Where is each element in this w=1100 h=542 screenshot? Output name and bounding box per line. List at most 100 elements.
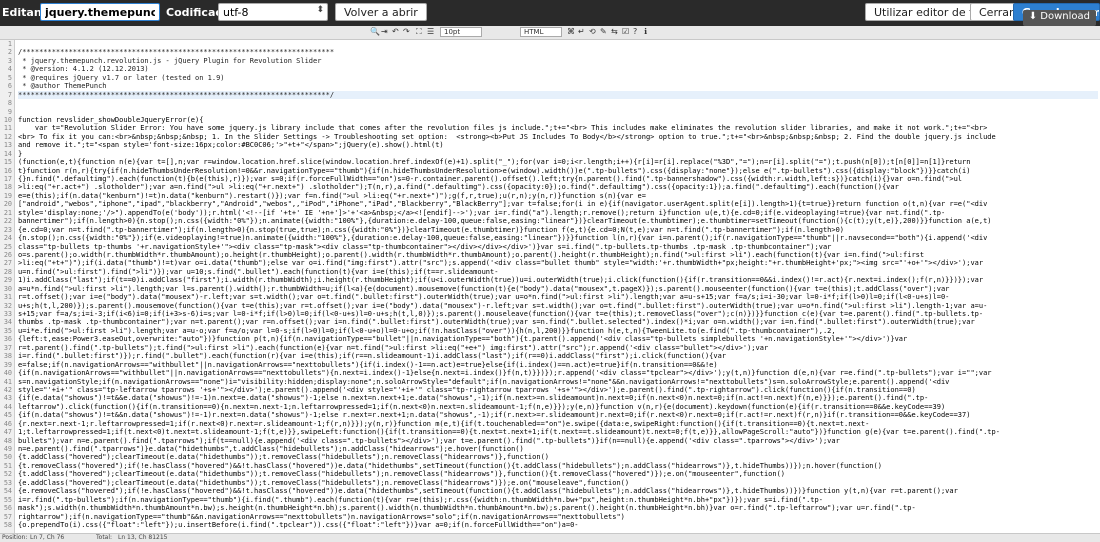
line-number: 21 (3, 208, 12, 217)
filename-input[interactable] (40, 3, 160, 21)
code-line: * @requires jQuery v1.7 or later (tested… (18, 73, 225, 82)
line-number: 35 (3, 326, 12, 335)
code-line: var t="Revolution Slider Error: You have… (18, 124, 988, 133)
code-line: bullets");var n=e.parent().find(".tparro… (18, 436, 840, 445)
fullscreen-icon[interactable]: ⛶ (416, 27, 422, 37)
code-line: 1;t.leftarrowpressed=1;if(t.next<0)t.nex… (18, 428, 1000, 437)
encoding-value: utf-8 (223, 6, 249, 19)
line-number: 32 (3, 301, 12, 310)
reset-icon[interactable]: ⟲ (589, 27, 596, 37)
line-number: 3 (7, 56, 12, 65)
line-number: 48 (3, 436, 12, 445)
undo-icon[interactable]: ↶ (392, 27, 399, 37)
code-line: {left:t,ease:Power3.easeOut,overwrite:"a… (18, 335, 908, 344)
info-icon[interactable]: ℹ (644, 27, 647, 37)
line-number: 47 (3, 428, 12, 437)
goto-icon[interactable]: ⇥ (381, 27, 388, 37)
line-number: 11 (3, 124, 12, 133)
line-number: 15 (3, 158, 12, 167)
code-line: >li:eq("+r.act+") .slotholder");var a=n.… (18, 183, 899, 192)
code-line: class="tp-bullets tp-thumbs '+r.navigati… (18, 242, 832, 251)
code-line: (function(e,t){function n(e){var t=[],n;… (18, 158, 971, 167)
code-line: ****************************************… (18, 90, 1098, 100)
line-number: 17 (3, 175, 12, 183)
search-icon[interactable]: 🔍 (370, 27, 380, 37)
code-line: i=r.find(".tp-bullets");if(n.navigationT… (18, 495, 823, 504)
code-line: bannertimer");if(n.length>0){n.stop();n.… (18, 217, 992, 226)
code-line: ["android","webos","iphone","ipad","blac… (18, 200, 988, 209)
toggle-highlight-icon[interactable]: ⌘ (567, 27, 575, 37)
code-line: {}n.find(".defaultimg").each(function(t)… (18, 175, 963, 183)
code-line: u=n.find(">ul:first").find(">li")});var … (18, 267, 499, 276)
code-line: {n.stop();n.css({width:"0%"});if(e.video… (18, 234, 988, 243)
download-button[interactable]: ⬇ Download (1022, 10, 1096, 26)
line-number: 52 (3, 470, 12, 479)
code-line: <br> To fix it you can:<br>&nbsp;&nbsp;&… (18, 132, 996, 141)
check-icon[interactable]: ☑ (622, 27, 629, 37)
code-line: {if(n.navigationArrows=="withbullet"||n.… (18, 369, 992, 378)
code-line: * @author ThemePunch (18, 82, 107, 91)
line-number: 31 (3, 293, 12, 302)
line-number: 33 (3, 310, 12, 318)
line-number: 19 (3, 191, 12, 200)
color-icon[interactable]: ✎ (600, 27, 607, 37)
code-line: {t.removeClass("hovered");if(!e.hasClass… (18, 461, 882, 470)
help-icon[interactable]: ? (633, 27, 637, 37)
line-number: 37 (3, 343, 12, 352)
syntax-mode-select[interactable]: HTML (520, 27, 562, 37)
code-line: >li:eq("+t+")");if(i.data("thumb")!=t)va… (18, 259, 984, 268)
tab-icon[interactable]: ⇆ (611, 27, 618, 37)
code-line: u+s;h(t,l,200)});s.parent().mousemove(fu… (18, 301, 988, 310)
line-number: 14 (3, 149, 12, 158)
code-line: {e.cd=0;var n=t.find(".tp-bannertimer");… (18, 225, 845, 234)
code-line: t}function r(n,r){try{if(n.hideThumbsUnd… (18, 166, 971, 175)
code-line: r=t.offset();var i=e("body").data("mouse… (18, 293, 950, 302)
code-line: {t.addClass("hovered");clearTimeout(e.da… (18, 453, 550, 462)
line-number: 54 (3, 487, 12, 496)
code-line: s+15;var f=a/s;i=i-3;if(i<6)i=0;if(i+3>s… (18, 310, 984, 318)
line-number: 29 (3, 276, 12, 285)
download-icon: ⬇ (1028, 11, 1038, 22)
code-line: {r.next=r.next-1;r.leftarrowpressed=1;if… (18, 419, 870, 428)
line-number: 50 (3, 453, 12, 462)
code-line: * @version: 4.1.2 (12.12.2013) (18, 65, 149, 74)
code-line: {if(e.data("showus")!=t&&e.data("showus"… (18, 394, 929, 403)
line-number: 23 (3, 225, 12, 234)
line-number: 36 (3, 335, 12, 344)
line-number: 9 (7, 107, 12, 116)
line-number: 1 (7, 40, 12, 48)
code-editor[interactable]: 1 2 3 4 5 6 7 8 9 10 11 12 13 14 15 16 17 18 19 20 21 22 23 24 2… (0, 40, 1100, 533)
word-wrap-icon[interactable]: ↵ (578, 27, 585, 37)
line-number: 4 (7, 65, 12, 74)
code-line: n=e.parent().find(".tparrows")}e.data("h… (18, 445, 524, 453)
encoding-select[interactable]: utf-8 ⬍ (218, 3, 328, 21)
line-number: 10 (3, 115, 12, 124)
line-number: 55 (3, 495, 12, 504)
download-label: Download (1040, 11, 1090, 22)
select-arrows-icon: ⬍ (316, 5, 324, 15)
font-size-select[interactable]: 10pt (440, 27, 482, 37)
line-number: 46 (3, 419, 12, 428)
code-line: {e.removeClass("hovered");if(!e.hasClass… (18, 487, 958, 496)
code-line: r=t.parent().find(".tp-bullets");t.find(… (18, 343, 769, 352)
line-number: 12 (3, 132, 12, 141)
line-number: 45 (3, 411, 12, 420)
line-number: 56 (3, 504, 12, 513)
code-line: } (18, 149, 23, 158)
line-number: 18 (3, 183, 12, 192)
line-number: 5 (7, 73, 12, 82)
line-number: 38 (3, 352, 12, 361)
redo-icon[interactable]: ↷ (403, 27, 410, 37)
code-line: {e.addClass("hovered");clearTimeout(e.da… (18, 478, 630, 487)
line-number: 7 (7, 90, 12, 99)
code-line: leftarrow").click(function(){if(n.transi… (18, 402, 946, 411)
line-number: 53 (3, 478, 12, 487)
line-number: 57 (3, 512, 12, 521)
line-number: 27 (3, 259, 12, 268)
line-number: 44 (3, 402, 12, 411)
code-area[interactable]: /***************************************… (18, 40, 1098, 533)
settings-icon[interactable]: ☰ (427, 27, 434, 37)
reopen-button[interactable]: Volver a abrir (335, 3, 427, 21)
line-number: 51 (3, 461, 12, 470)
